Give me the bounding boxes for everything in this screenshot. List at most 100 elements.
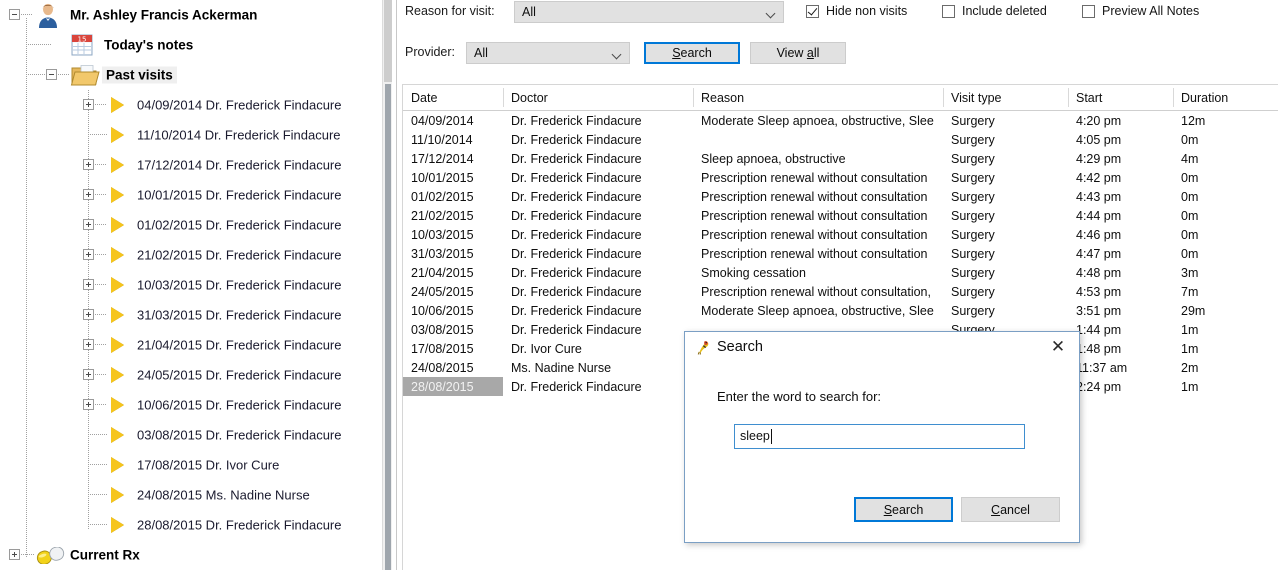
close-icon[interactable]: ✕ [1043, 336, 1073, 358]
tree-item-visit[interactable]: 10/06/2015 Dr. Frederick Findacure [0, 390, 382, 420]
table-row[interactable]: 31/03/2015 Dr. Frederick Findacure Prescri… [403, 244, 1278, 263]
search-button[interactable]: Search [644, 42, 740, 64]
grid-column-separator[interactable] [503, 88, 504, 107]
include-deleted-checkbox[interactable]: Include deleted [942, 4, 1047, 18]
visit-triangle-icon [111, 487, 124, 503]
grid-column-separator[interactable] [1068, 88, 1069, 107]
tree-connector [88, 434, 107, 435]
table-row[interactable]: 11/10/2014 Dr. Frederick Findacure Surgery… [403, 130, 1278, 149]
dialog-search-button[interactable]: Search [854, 497, 953, 522]
grid-cell-duration: 3m [1181, 265, 1199, 280]
search-dialog[interactable]: Search ✕ Enter the word to search for: s… [684, 331, 1080, 543]
tree-item-past-visits[interactable]: Past visits [0, 60, 382, 90]
hide-non-visits-checkbox[interactable]: Hide non visits [806, 4, 907, 18]
preview-all-notes-checkbox[interactable]: Preview All Notes [1082, 4, 1199, 18]
collapse-icon-patient[interactable] [9, 9, 20, 20]
tree-item-visit[interactable]: 10/01/2015 Dr. Frederick Findacure [0, 180, 382, 210]
grid-cell-doctor: Dr. Frederick Findacure [511, 208, 642, 223]
visit-triangle-icon [111, 517, 124, 533]
tree-item-visit-label: 17/08/2015 Dr. Ivor Cure [137, 457, 280, 473]
patient-tree-panel[interactable]: Mr. Ashley Francis Ackerman 15 Today's n… [0, 0, 382, 570]
checkbox-box[interactable] [1082, 4, 1095, 18]
calendar-icon: 15 [70, 33, 93, 56]
tree-item-visit[interactable]: 24/08/2015 Ms. Nadine Nurse [0, 480, 382, 510]
checkbox-box[interactable] [942, 4, 955, 18]
tree-item-visit[interactable]: 21/02/2015 Dr. Frederick Findacure [0, 240, 382, 270]
expand-icon-visit[interactable] [83, 369, 94, 380]
view-all-label-rest: ll [813, 46, 820, 60]
expand-icon-visit[interactable] [83, 399, 94, 410]
grid-cell-date: 21/04/2015 [411, 265, 474, 280]
dialog-search-accel: S [883, 502, 893, 517]
grid-cell-doctor: Dr. Frederick Findacure [511, 227, 642, 242]
grid-column-header[interactable]: Doctor [503, 85, 693, 110]
grid-column-header[interactable]: Duration [1173, 85, 1278, 110]
grid-cell-doctor: Dr. Frederick Findacure [511, 170, 642, 185]
grid-column-header[interactable]: Start [1068, 85, 1173, 110]
grid-cell-start: 4:42 pm [1076, 170, 1122, 185]
search-dialog-titlebar[interactable]: Search ✕ [685, 332, 1079, 364]
tree-scrollbar-track-lower[interactable] [385, 84, 391, 570]
tree-item-visit[interactable]: 28/08/2015 Dr. Frederick Findacure [0, 510, 382, 540]
grid-cell-doctor: Dr. Frederick Findacure [511, 303, 642, 318]
grid-cell-duration: 0m [1181, 189, 1199, 204]
table-row[interactable]: 04/09/2014 Dr. Frederick Findacure Moderat… [403, 111, 1278, 130]
tree-item-visit[interactable]: 17/12/2014 Dr. Frederick Findacure [0, 150, 382, 180]
visits-grid-header[interactable]: Date Doctor Reason Visit type Start Duration [403, 85, 1278, 111]
grid-column-separator[interactable] [943, 88, 944, 107]
collapse-icon-past-visits[interactable] [46, 69, 57, 80]
visit-triangle-icon [111, 277, 124, 293]
expand-icon-visit[interactable] [83, 309, 94, 320]
tree-item-visit[interactable]: 24/05/2015 Dr. Frederick Findacure [0, 360, 382, 390]
tree-item-visit[interactable]: 17/08/2015 Dr. Ivor Cure [0, 450, 382, 480]
search-input[interactable]: sleep [734, 424, 1025, 449]
reason-for-visit-label: Reason for visit: [405, 4, 495, 18]
expand-icon-visit[interactable] [83, 339, 94, 350]
grid-column-header[interactable]: Visit type [943, 85, 1068, 110]
expand-icon-visit[interactable] [83, 219, 94, 230]
grid-cell-duration: 1m [1181, 379, 1199, 394]
view-all-button[interactable]: View all [750, 42, 846, 64]
tree-item-visit[interactable]: 11/10/2014 Dr. Frederick Findacure [0, 120, 382, 150]
grid-column-header[interactable]: Reason [693, 85, 943, 110]
table-row[interactable]: 10/03/2015 Dr. Frederick Findacure Prescri… [403, 225, 1278, 244]
table-row[interactable]: 10/01/2015 Dr. Frederick Findacure Prescri… [403, 168, 1278, 187]
expand-icon-current-rx[interactable] [9, 549, 20, 560]
grid-column-separator[interactable] [693, 88, 694, 107]
expand-icon-visit[interactable] [83, 159, 94, 170]
table-row[interactable]: 17/12/2014 Dr. Frederick Findacure Sleep a… [403, 149, 1278, 168]
expand-icon-visit[interactable] [83, 249, 94, 260]
expand-icon-visit[interactable] [83, 279, 94, 290]
tree-item-visit[interactable]: 04/09/2014 Dr. Frederick Findacure [0, 90, 382, 120]
grid-cell-reason: Prescription renewal without consultatio… [701, 227, 928, 242]
grid-cell-visit-type: Surgery [951, 113, 995, 128]
table-row[interactable]: 21/04/2015 Dr. Frederick Findacure Smoking… [403, 263, 1278, 282]
tree-item-visit[interactable]: 10/03/2015 Dr. Frederick Findacure [0, 270, 382, 300]
table-row[interactable]: 21/02/2015 Dr. Frederick Findacure Prescri… [403, 206, 1278, 225]
checkbox-box[interactable] [806, 4, 819, 18]
tree-scrollbar-thumb[interactable] [384, 0, 392, 82]
grid-column-header[interactable]: Date [403, 85, 503, 110]
tree-item-todays-notes[interactable]: 15 Today's notes [0, 30, 382, 60]
tree-item-patient[interactable]: Mr. Ashley Francis Ackerman [0, 0, 382, 30]
tree-item-visit[interactable]: 03/08/2015 Dr. Frederick Findacure [0, 420, 382, 450]
table-row[interactable]: 24/05/2015 Dr. Frederick Findacure Prescri… [403, 282, 1278, 301]
expand-icon-visit[interactable] [83, 189, 94, 200]
tree-item-current-rx[interactable]: Current Rx [0, 540, 382, 570]
dialog-cancel-button[interactable]: Cancel [961, 497, 1060, 522]
grid-cell-doctor: Dr. Frederick Findacure [511, 265, 642, 280]
grid-cell-date: 31/03/2015 [411, 246, 474, 261]
grid-cell-start: 11:37 am [1076, 360, 1128, 375]
tree-item-visit[interactable]: 31/03/2015 Dr. Frederick Findacure [0, 300, 382, 330]
table-row[interactable]: 01/02/2015 Dr. Frederick Findacure Prescri… [403, 187, 1278, 206]
grid-column-separator[interactable] [1173, 88, 1174, 107]
reason-for-visit-combo[interactable]: All [514, 1, 784, 23]
grid-cell-doctor: Dr. Frederick Findacure [511, 379, 642, 394]
table-row[interactable]: 10/06/2015 Dr. Frederick Findacure Moderat… [403, 301, 1278, 320]
visit-triangle-icon [111, 217, 124, 233]
tree-item-visit[interactable]: 21/04/2015 Dr. Frederick Findacure [0, 330, 382, 360]
expand-icon-visit[interactable] [83, 99, 94, 110]
tree-item-visit[interactable]: 01/02/2015 Dr. Frederick Findacure [0, 210, 382, 240]
grid-cell-duration: 29m [1181, 303, 1206, 318]
provider-combo[interactable]: All [466, 42, 630, 64]
